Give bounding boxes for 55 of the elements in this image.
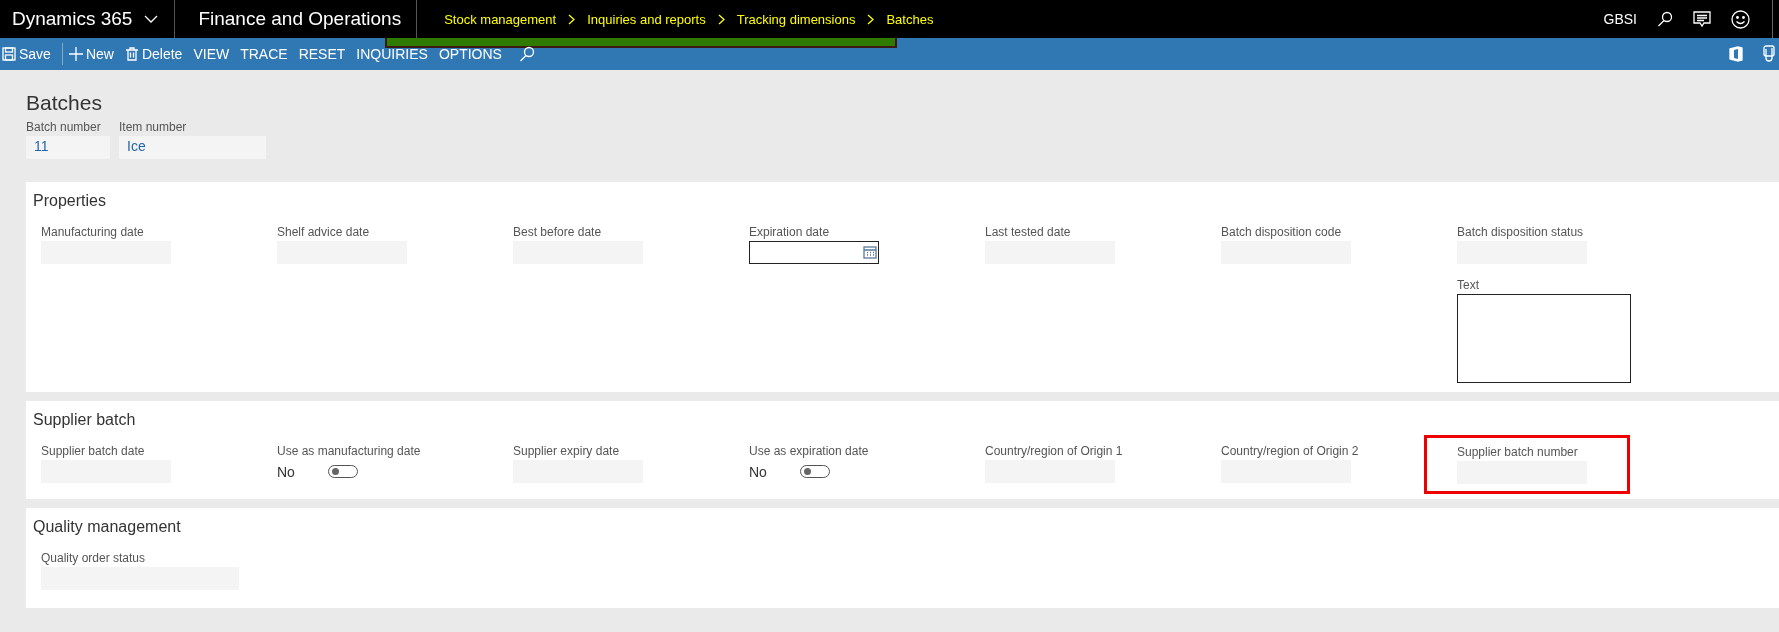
menu-button[interactable]: VIEW — [193, 40, 237, 68]
breadcrumb-link[interactable]: Tracking dimensions — [736, 11, 856, 27]
toggle-value: No — [277, 463, 295, 480]
field-label: Manufacturing date — [41, 225, 145, 239]
calendar-icon[interactable] — [863, 246, 877, 259]
field-label: Use as manufacturing date — [277, 444, 422, 458]
menu-button[interactable]: OPTIONS — [438, 40, 509, 68]
breadcrumb-link[interactable]: Stock management — [444, 11, 557, 27]
field-label: Batch disposition status — [1457, 225, 1585, 239]
trash-icon — [124, 47, 139, 61]
field-label: Text — [1457, 278, 1480, 292]
field-label: Supplier batch number — [1457, 445, 1579, 459]
field-label: Item number — [119, 120, 188, 134]
chevron-right-icon[interactable] — [568, 13, 576, 25]
field-label: Supplier batch date — [41, 444, 146, 458]
app-name[interactable]: Dynamics 365 — [12, 8, 133, 30]
field-label: Quality order status — [41, 551, 147, 565]
menu-button[interactable]: INQUIRIES — [356, 40, 435, 68]
new-button[interactable]: New — [68, 40, 121, 68]
input-field[interactable]: Ice — [119, 136, 266, 159]
text-area[interactable] — [1457, 294, 1631, 383]
smiley-icon[interactable] — [1731, 9, 1750, 29]
company-code[interactable]: GBSI — [1603, 11, 1637, 27]
field-label: Last tested date — [985, 225, 1072, 239]
field-label: Shelf advice date — [277, 225, 371, 239]
section-title[interactable]: Quality management — [33, 518, 1779, 536]
menu-button[interactable]: TRACE — [240, 40, 295, 68]
field-label: Batch disposition code — [1221, 225, 1343, 239]
toggle-value: No — [749, 463, 767, 480]
chevron-down-icon[interactable] — [144, 14, 159, 24]
menu-button[interactable]: RESET — [298, 40, 353, 68]
office-icon[interactable] — [1729, 46, 1743, 62]
section-title[interactable]: Supplier batch — [33, 411, 1779, 429]
search-icon[interactable] — [1657, 11, 1673, 27]
plus-icon — [68, 47, 83, 61]
field-label: Best before date — [513, 225, 603, 239]
breadcrumb-link[interactable]: Inquiries and reports — [587, 11, 706, 27]
field-label: Use as expiration date — [749, 444, 870, 458]
section-title[interactable]: Properties — [33, 192, 1779, 210]
field-label: Country/region of Origin 2 — [1221, 444, 1360, 458]
input-field[interactable]: 11 — [26, 136, 110, 159]
delete-button[interactable]: Delete — [124, 40, 190, 68]
chat-icon[interactable] — [1693, 10, 1711, 28]
save-icon — [2, 47, 16, 61]
field-label: Supplier expiry date — [513, 444, 621, 458]
field-label: Country/region of Origin 1 — [985, 444, 1124, 458]
date-field[interactable] — [749, 241, 879, 264]
page-title: Batches — [26, 91, 103, 115]
chevron-right-icon[interactable] — [867, 13, 875, 25]
search-icon[interactable] — [518, 46, 535, 62]
breadcrumb-link[interactable]: Batches — [886, 11, 934, 27]
chevron-right-icon[interactable] — [717, 13, 725, 25]
field-label: Expiration date — [749, 225, 831, 239]
save-button[interactable]: Save — [2, 40, 58, 68]
field-label: Batch number — [26, 120, 102, 134]
